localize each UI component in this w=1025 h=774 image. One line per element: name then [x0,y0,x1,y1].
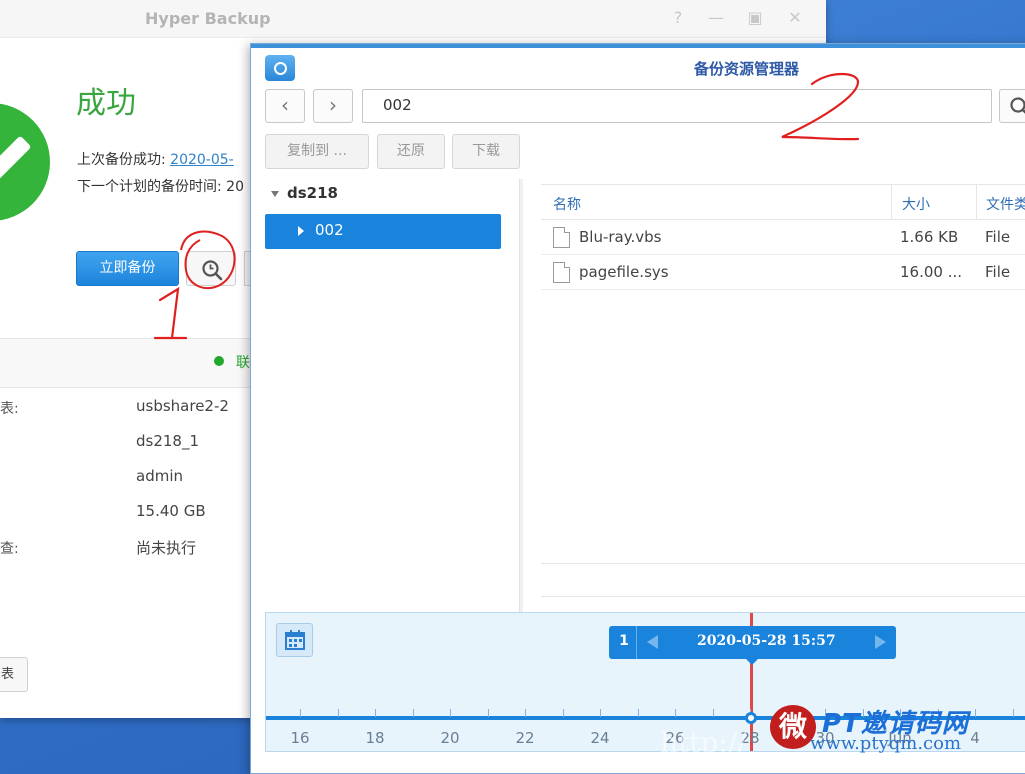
caret-down-icon [271,190,279,197]
prop-value-check: 尚未执行 [136,539,197,557]
maximize-icon[interactable]: ▣ [745,8,765,28]
next-backup-info: 下一个计划的备份时间: 20 [77,176,244,196]
next-backup-value: 20 [226,179,244,195]
timeline-tick [1012,709,1014,717]
timeline-knob[interactable] [745,712,757,724]
back-button[interactable]: ‹ [265,89,305,123]
column-name[interactable]: 名称 [553,194,581,214]
timeline-tick [562,709,564,717]
watermark-faint-url: http:// [660,726,747,759]
file-size: 16.00 ... [900,263,963,281]
timeline-tick-label: 20 [440,729,460,747]
next-backup-label: 下一个计划的备份时间: [77,179,222,195]
timeline-tick-label: 16 [290,729,310,747]
timeline-tick [450,709,451,717]
status-text: 联 [236,355,250,371]
file-row[interactable]: Blu-ray.vbs 1.66 KB File [541,220,1025,255]
explorer-title: 备份资源管理器 [694,60,800,78]
bottom-button[interactable]: 表 [0,657,28,692]
last-backup-label: 上次备份成功: [77,152,166,168]
backup-explorer-window: 备份资源管理器 ‹ › 002 复制到 ... 还原 下载 ds218 002 … [250,43,1025,774]
file-row[interactable]: pagefile.sys 16.00 ... File [541,255,1025,290]
timeline-tick [525,709,526,717]
backup-explorer-app-icon [265,55,295,81]
timeline-tick [712,709,714,717]
timeline-tick-label: 18 [365,729,385,747]
column-type[interactable]: 文件类 [986,194,1025,214]
file-icon [553,262,570,283]
timeline-tick [300,709,301,717]
prop-value-user: admin [136,467,183,485]
status-dot-icon [214,356,224,366]
backup-explorer-button[interactable] [186,251,236,286]
tree-item-label: 002 [315,221,344,239]
download-button[interactable]: 下载 [452,134,520,169]
version-index: 1 [619,633,629,649]
timeline-tick [637,709,639,717]
file-name: pagefile.sys [579,263,669,281]
tree-root-label: ds218 [287,184,338,202]
status-title: 成功 [76,86,136,121]
timeline-tick-label: 22 [515,729,535,747]
copy-to-button[interactable]: 复制到 ... [265,134,369,169]
timeline-tick [375,709,376,717]
timeline-tick [975,709,976,717]
last-backup-info: 上次备份成功: 2020-05- [77,149,234,169]
backup-now-button[interactable]: 立即备份 [76,251,179,286]
prop-label-target: 表: [0,401,19,417]
prop-value-target: usbshare2-2 [136,397,229,415]
file-list-footer [541,563,1025,597]
last-backup-link[interactable]: 2020-05- [170,152,234,168]
timeline-tick-label: 24 [590,729,610,747]
search-clock-icon [202,260,223,281]
prop-value-directory: ds218_1 [136,432,200,450]
path-field[interactable]: 002 [362,89,992,123]
timeline-tick [600,709,601,717]
file-type: File [985,228,1011,246]
search-icon [1010,97,1025,114]
close-icon[interactable]: ✕ [785,8,805,28]
tree-item-selected[interactable]: 002 [265,214,501,249]
file-type: File [985,263,1011,281]
column-size[interactable]: 大小 [902,194,930,214]
window-top-accent [251,44,1025,48]
pane-splitter[interactable] [519,179,523,614]
tree-root[interactable]: ds218 [271,184,338,202]
timeline-tick [412,709,414,717]
timeline-tick [487,709,489,717]
chevron-left-icon: ‹ [281,93,289,117]
forward-button[interactable]: › [313,89,353,123]
version-selector: 1 2020-05-28 15:57 [609,626,896,659]
prop-value-size: 15.40 GB [136,502,206,520]
watermark-url: www.ptyqm.com [810,733,962,754]
calendar-icon [285,630,305,650]
minimize-icon[interactable]: — [706,8,726,28]
file-name: Blu-ray.vbs [579,228,662,246]
hyper-backup-titlebar[interactable]: Hyper Backup ? — ▣ ✕ [0,0,826,38]
prop-label-check: 查: [0,541,19,557]
file-icon [553,227,570,248]
chevron-right-icon: › [329,93,337,117]
version-pointer [745,658,759,665]
caret-right-icon [298,226,304,236]
restore-button[interactable]: 还原 [377,134,445,169]
success-check-icon [0,103,50,221]
calendar-button[interactable] [276,623,313,657]
previous-version-icon[interactable] [647,635,658,649]
timeline-tick [675,709,676,717]
timeline-tick [337,709,339,717]
next-version-icon[interactable] [875,635,886,649]
help-icon[interactable]: ? [668,8,688,28]
window-title: Hyper Backup [145,9,271,28]
selected-version-time: 2020-05-28 15:57 [697,633,836,649]
search-button[interactable] [999,89,1025,123]
file-list-header: 名称 大小 文件类 [541,184,1025,220]
file-size: 1.66 KB [900,228,959,246]
